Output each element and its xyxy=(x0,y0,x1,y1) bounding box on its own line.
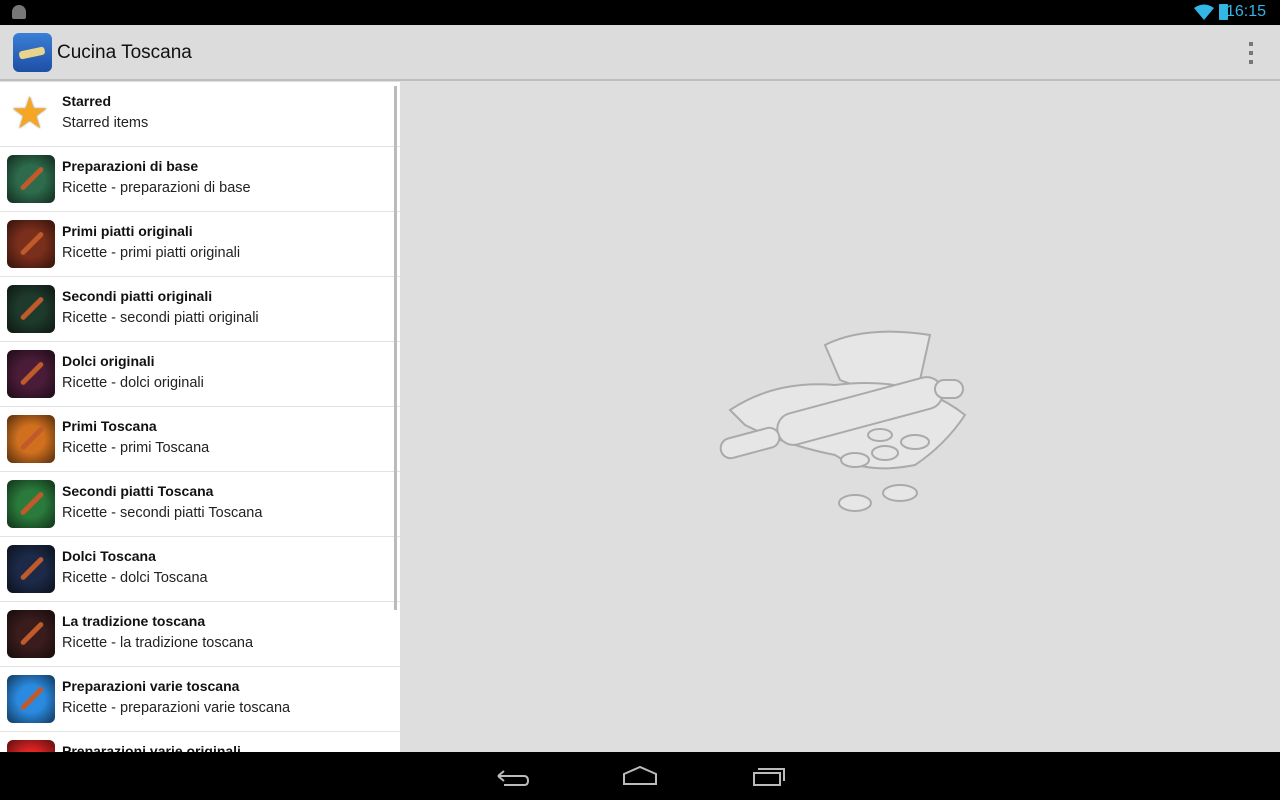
overflow-menu-icon[interactable] xyxy=(1248,42,1254,64)
status-bar: 16:15 xyxy=(0,0,1280,25)
home-button-icon[interactable] xyxy=(622,764,658,788)
spoon-icon xyxy=(7,285,55,333)
list-item[interactable]: Dolci Toscana Ricette - dolci Toscana xyxy=(0,537,400,602)
list-item-title: Primi Toscana xyxy=(62,418,157,434)
list-item-subtitle: Ricette - primi piatti originali xyxy=(62,245,241,261)
list-item[interactable]: ★ Starred Starred items xyxy=(0,82,400,147)
list-item[interactable]: Preparazioni varie toscana Ricette - prep… xyxy=(0,667,400,732)
list-item-title: Dolci Toscana xyxy=(62,548,156,564)
star-icon: ★ xyxy=(10,89,50,138)
list-item-subtitle: Ricette - preparazioni varie toscana xyxy=(62,700,291,716)
list-item-title: Preparazioni varie originali xyxy=(62,743,241,752)
list-item[interactable]: Preparazioni di base Ricette - preparazio… xyxy=(0,147,400,212)
category-list: ★ Starred Starred items Preparazioni di bas… xyxy=(0,82,400,752)
spoon-icon xyxy=(7,545,55,593)
colander-icon xyxy=(7,220,55,268)
list-item-title: Preparazioni varie toscana xyxy=(62,678,240,694)
list-item-subtitle: Ricette - dolci Toscana xyxy=(62,570,208,586)
list-item-title: Secondi piatti Toscana xyxy=(62,483,214,499)
clock: 16:15 xyxy=(1225,3,1266,20)
list-item-title: Dolci originali xyxy=(62,353,155,369)
navigation-bar xyxy=(0,752,1280,800)
list-item-subtitle: Ricette - secondi piatti Toscana xyxy=(62,505,263,521)
action-bar: Cucina Toscana xyxy=(0,25,1280,81)
list-item-subtitle: Ricette - primi Toscana xyxy=(62,440,210,456)
rolling-pin-icon xyxy=(7,740,55,752)
list-scrollbar[interactable] xyxy=(394,86,397,610)
wifi-icon xyxy=(1194,4,1214,20)
list-item-subtitle: Ricette - secondi piatti originali xyxy=(62,310,259,326)
recent-apps-button-icon[interactable] xyxy=(751,764,787,788)
app-logo-icon[interactable] xyxy=(13,33,52,72)
list-item-title: Primi piatti originali xyxy=(62,223,193,239)
list-item[interactable]: La tradizione toscana Ricette - la tradiz… xyxy=(0,602,400,667)
list-item-subtitle: Ricette - preparazioni di base xyxy=(62,180,251,196)
colander-icon xyxy=(7,610,55,658)
list-item[interactable]: Preparazioni varie originali xyxy=(0,732,400,752)
app-title: Cucina Toscana xyxy=(57,42,192,63)
rolling-pin-bowl-illustration xyxy=(719,330,967,512)
list-item[interactable]: Primi Toscana Ricette - primi Toscana xyxy=(0,407,400,472)
rolling-pin-icon xyxy=(7,675,55,723)
list-item-title: Secondi piatti originali xyxy=(62,288,213,304)
list-item-subtitle: Ricette - la tradizione toscana xyxy=(62,635,254,651)
android-notification-icon xyxy=(12,5,26,19)
back-button-icon[interactable] xyxy=(494,764,530,788)
list-item-subtitle: Ricette - dolci originali xyxy=(62,375,204,391)
rolling-pin-icon xyxy=(7,350,55,398)
colander-icon xyxy=(7,480,55,528)
list-item-title: La tradizione toscana xyxy=(62,613,206,629)
list-item-subtitle: Starred items xyxy=(62,115,149,131)
ladle-icon xyxy=(7,415,55,463)
ladle-icon xyxy=(7,155,55,203)
list-item-title: Starred xyxy=(62,93,112,109)
list-item[interactable]: Secondi piatti Toscana Ricette - secondi … xyxy=(0,472,400,537)
list-item[interactable]: Primi piatti originali Ricette - primi pi… xyxy=(0,212,400,277)
list-item[interactable]: Secondi piatti originali Ricette - second… xyxy=(0,277,400,342)
list-item-title: Preparazioni di base xyxy=(62,158,199,174)
list-item[interactable]: Dolci originali Ricette - dolci originali xyxy=(0,342,400,407)
